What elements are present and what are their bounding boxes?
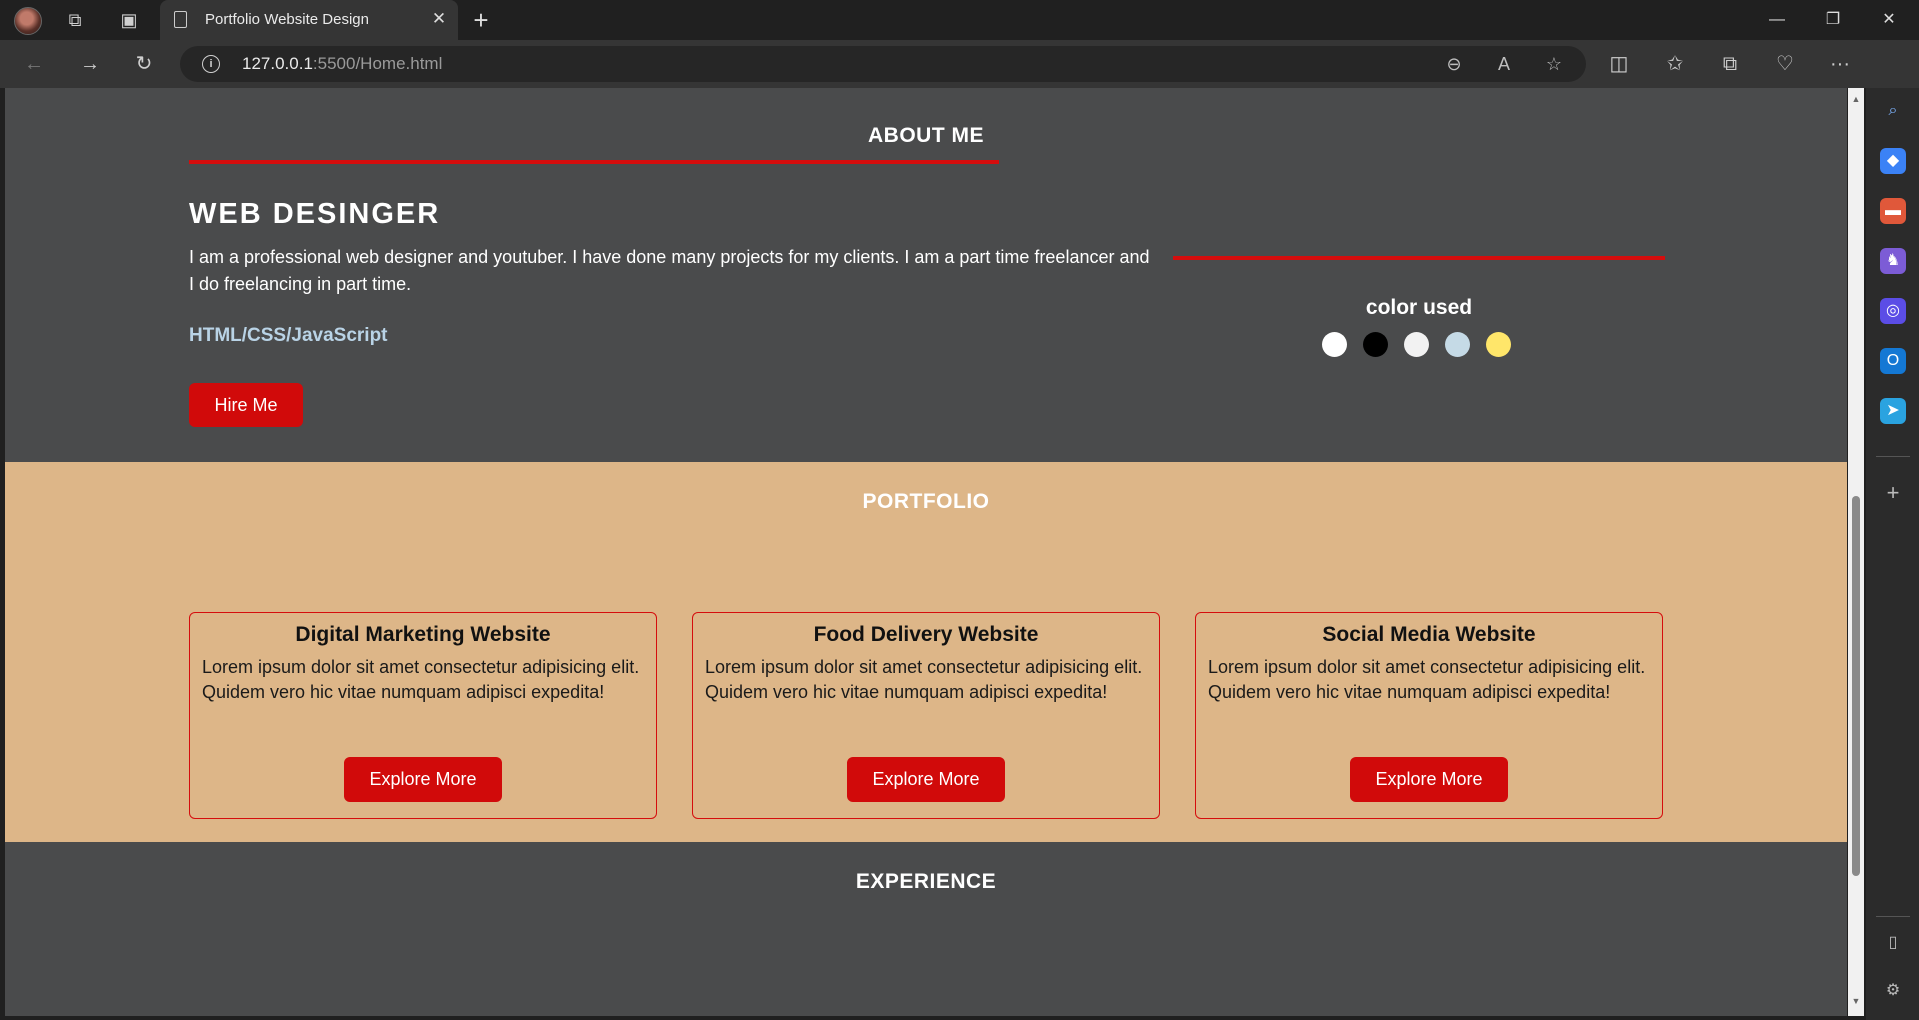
tab-title: Portfolio Website Design <box>205 11 369 28</box>
page-scrollbar[interactable]: ▲ ▼ <box>1848 88 1864 1016</box>
drop-send-icon[interactable]: ➤ <box>1880 398 1906 424</box>
add-app-icon[interactable]: + <box>1880 480 1906 506</box>
back-icon[interactable]: ← <box>22 52 46 76</box>
new-tab-button[interactable]: + <box>468 7 494 33</box>
color-swatch <box>1404 332 1429 357</box>
outlook-icon[interactable]: O <box>1880 348 1906 374</box>
color-used-label: color used <box>1365 296 1473 319</box>
portfolio-card: Digital Marketing Website Lorem ipsum do… <box>189 612 657 819</box>
edge-sidebar: ⌕ ◆ ▬ ♞ ◎ O ➤ + ▯ ⚙ <box>1866 88 1919 1020</box>
experience-section: EXPERIENCE <box>5 842 1847 1016</box>
job-title: WEB DESINGER <box>189 198 441 230</box>
scrollbar-thumb[interactable] <box>1852 496 1860 876</box>
zoom-out-icon[interactable]: ⊖ <box>1442 52 1466 76</box>
card-title: Digital Marketing Website <box>295 623 551 646</box>
color-swatch <box>1363 332 1388 357</box>
card-description: Lorem ipsum dolor sit amet consectetur a… <box>1208 657 1646 702</box>
about-section: ABOUT ME WEB DESINGER I am a professiona… <box>5 88 1847 462</box>
games-icon[interactable]: ♞ <box>1880 248 1906 274</box>
scroll-up-arrow-icon[interactable]: ▲ <box>1851 94 1861 104</box>
card-description: Lorem ipsum dolor sit amet consectetur a… <box>705 657 1143 702</box>
skills-text: HTML/CSS/JavaScript <box>189 325 388 346</box>
site-info-icon[interactable]: i <box>202 55 220 73</box>
vertical-tabs-icon[interactable]: ▣ <box>118 9 140 31</box>
color-swatch <box>1322 332 1347 357</box>
read-aloud-icon[interactable]: A <box>1492 52 1516 76</box>
close-window-icon[interactable]: ✕ <box>1866 4 1912 36</box>
shopping-tag-icon[interactable]: ◆ <box>1880 148 1906 174</box>
portfolio-section: PORTFOLIO Digital Marketing Website Lore… <box>5 462 1847 842</box>
color-swatch <box>1445 332 1470 357</box>
url-text[interactable]: 127.0.0.1:5500/Home.html <box>242 54 442 74</box>
more-options-icon[interactable]: ··· <box>1828 52 1852 76</box>
about-description: I am a professional web designer and you… <box>189 247 1150 294</box>
color-section-line <box>1173 256 1665 260</box>
restore-icon[interactable]: ❐ <box>1810 4 1856 36</box>
forward-icon[interactable]: → <box>78 52 102 76</box>
experience-heading: EXPERIENCE <box>855 870 997 893</box>
browser-essentials-icon[interactable]: ♡ <box>1773 52 1797 76</box>
split-screen-icon[interactable]: ◫ <box>1607 52 1631 76</box>
close-tab-icon[interactable]: ✕ <box>428 8 450 30</box>
hide-sidebar-icon[interactable]: ▯ <box>1880 930 1906 956</box>
workspaces-icon[interactable]: ⧉ <box>64 9 86 31</box>
explore-more-button[interactable]: Explore More <box>847 757 1005 802</box>
explore-more-button[interactable]: Explore More <box>1350 757 1508 802</box>
profile-avatar[interactable] <box>14 7 42 35</box>
browser-toolbar: ← → ↻ i 127.0.0.1:5500/Home.html ⊖ A ☆ ◫… <box>0 40 1919 117</box>
explore-more-button[interactable]: Explore More <box>344 757 502 802</box>
address-bar[interactable]: i 127.0.0.1:5500/Home.html ⊖ A ☆ <box>180 46 1586 82</box>
page-icon <box>174 11 187 28</box>
color-swatches <box>1322 332 1522 358</box>
browser-title-bar: ⧉ ▣ Portfolio Website Design ✕ + — ❐ ✕ <box>0 0 1919 40</box>
microsoft-365-icon[interactable]: ◎ <box>1880 298 1906 324</box>
settings-gear-icon[interactable]: ⚙ <box>1880 978 1906 1004</box>
portfolio-card: Social Media Website Lorem ipsum dolor s… <box>1195 612 1663 819</box>
card-title: Social Media Website <box>1322 623 1536 646</box>
collections-icon[interactable]: ⧉ <box>1718 52 1742 76</box>
card-description: Lorem ipsum dolor sit amet consectetur a… <box>202 657 640 702</box>
about-underline <box>189 160 999 164</box>
minimize-icon[interactable]: — <box>1754 4 1800 36</box>
favorite-star-icon[interactable]: ☆ <box>1542 52 1566 76</box>
refresh-icon[interactable]: ↻ <box>132 52 156 76</box>
sidebar-divider <box>1876 456 1910 457</box>
about-heading: ABOUT ME <box>868 124 984 147</box>
color-swatch <box>1486 332 1511 357</box>
scroll-down-arrow-icon[interactable]: ▼ <box>1851 996 1861 1006</box>
portfolio-card: Food Delivery Website Lorem ipsum dolor … <box>692 612 1160 819</box>
search-icon[interactable]: ⌕ <box>1880 98 1906 124</box>
card-title: Food Delivery Website <box>813 623 1039 646</box>
portfolio-heading: PORTFOLIO <box>862 490 990 513</box>
page-viewport: ABOUT ME WEB DESINGER I am a professiona… <box>5 88 1847 1016</box>
favorites-icon[interactable]: ✩ <box>1663 52 1687 76</box>
hire-me-button[interactable]: Hire Me <box>189 383 303 427</box>
browser-tab-active[interactable]: Portfolio Website Design ✕ <box>160 0 458 40</box>
tools-briefcase-icon[interactable]: ▬ <box>1880 198 1906 224</box>
sidebar-divider-bottom <box>1876 916 1910 917</box>
